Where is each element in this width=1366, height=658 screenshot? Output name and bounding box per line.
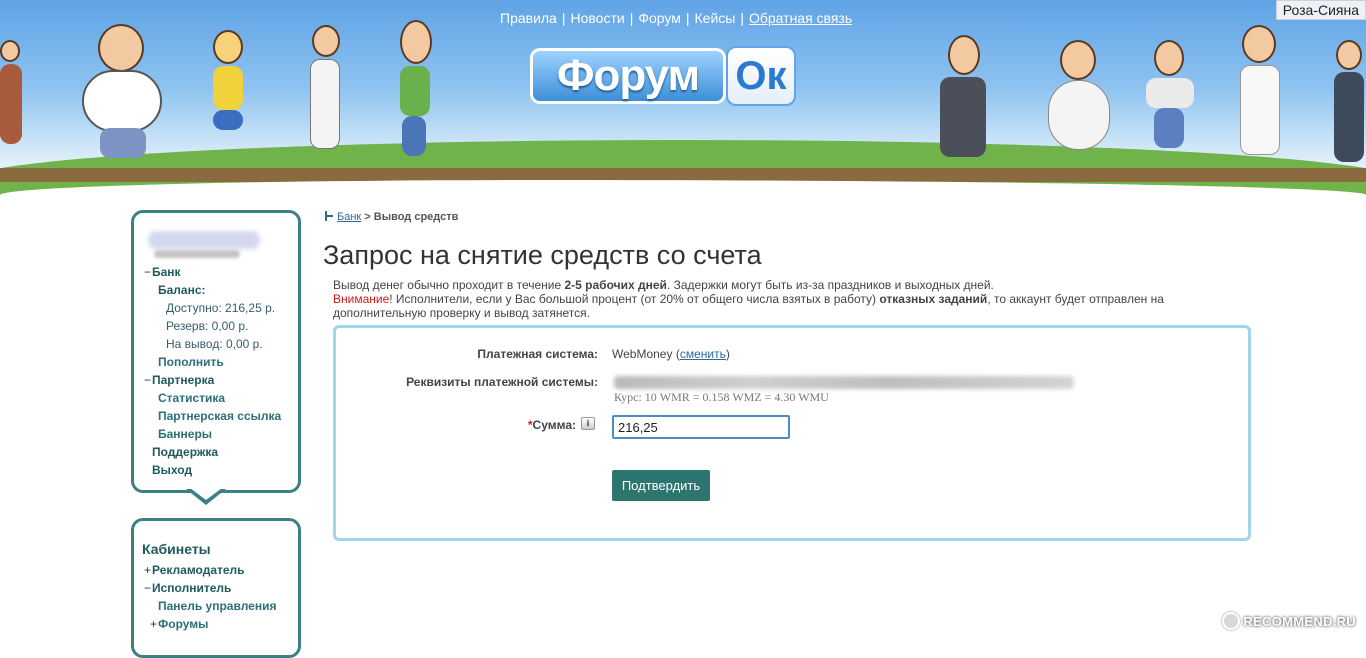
menu-item-logout[interactable]: Выход: [144, 461, 281, 479]
logo-main-text: Форум: [530, 48, 726, 104]
menu-label: Партнерка: [152, 373, 214, 387]
menu-item-forums[interactable]: +Форумы: [144, 615, 276, 633]
cartoon-character-illustration: [1330, 40, 1366, 170]
withdrawal-info: Вывод денег обычно проходит в течение 2-…: [333, 278, 1193, 320]
profile-menu: −Банк Баланс: Доступно: 216,25 р. Резерв…: [144, 263, 281, 479]
menu-item-banners[interactable]: Баннеры: [144, 425, 281, 443]
breadcrumb-separator: >: [361, 211, 374, 223]
menu-item-control-panel[interactable]: Панель управления: [144, 597, 276, 615]
tree-icon: [324, 211, 334, 221]
nav-cases-link[interactable]: Кейсы: [695, 10, 736, 26]
payment-system-name: WebMoney: [612, 347, 672, 361]
cartoon-character-illustration: [300, 25, 350, 160]
balance-label: Баланс:: [144, 281, 281, 299]
menu-item-partner-link[interactable]: Партнерская ссылка: [144, 407, 281, 425]
watermark-text: RECOMMEND.RU: [1243, 614, 1356, 629]
menu-label: Исполнитель: [152, 581, 231, 595]
profile-menu-box: −Банк Баланс: Доступно: 216,25 р. Резерв…: [131, 210, 301, 493]
menu-item-performer[interactable]: −Исполнитель: [144, 579, 276, 597]
warning-label: Внимание: [333, 292, 389, 306]
change-payment-system-link[interactable]: сменить: [680, 347, 726, 361]
info-text: Вывод денег обычно проходит в течение: [333, 278, 565, 292]
info-icon[interactable]: i: [581, 417, 595, 430]
watermark: RECOMMEND.RU: [1222, 612, 1356, 630]
nav-forum-link[interactable]: Форум: [638, 10, 681, 26]
amount-input[interactable]: [612, 415, 790, 439]
top-navigation: Правила|Новости|Форум|Кейсы|Обратная свя…: [500, 10, 880, 26]
info-text: . Задержки могут быть из-за праздников и…: [667, 278, 994, 292]
nav-feedback-link[interactable]: Обратная связь: [749, 10, 852, 26]
breadcrumb-bank-link[interactable]: Банк: [337, 211, 361, 223]
amount-label-text: Сумма:: [533, 418, 576, 432]
confirm-button[interactable]: Подтвердить: [612, 470, 710, 501]
expand-marker: +: [150, 615, 158, 633]
blurred-profile-link: [154, 250, 240, 258]
cartoon-character-illustration: [205, 30, 265, 160]
site-header: Правила|Новости|Форум|Кейсы|Обратная свя…: [0, 0, 1366, 195]
menu-label: Банк: [152, 265, 181, 279]
info-line-timing: Вывод денег обычно проходит в течение 2-…: [333, 278, 1193, 292]
collapse-marker: −: [144, 263, 152, 281]
watermark-logo-icon: [1222, 612, 1240, 630]
blurred-user-name: [148, 231, 260, 249]
menu-label: Рекламодатель: [152, 563, 245, 577]
cabinets-title: Кабинеты: [142, 541, 211, 557]
menu-item-bank[interactable]: −Банк: [144, 263, 281, 281]
menu-label: Форумы: [158, 617, 208, 631]
cartoon-character-illustration: [392, 20, 442, 160]
site-logo[interactable]: Форум Ок: [530, 46, 798, 108]
amount-label: *Сумма:: [528, 418, 576, 432]
balance-available: Доступно: 216,25 р.: [144, 299, 281, 317]
balance-withdraw: На вывод: 0,00 р.: [144, 335, 281, 353]
menu-item-support[interactable]: Поддержка: [144, 443, 281, 461]
cartoon-character-illustration: [1230, 25, 1290, 165]
blurred-requisites-value: [614, 376, 1074, 389]
expand-marker: +: [144, 561, 152, 579]
menu-item-advertiser[interactable]: +Рекламодатель: [144, 561, 276, 579]
info-text: ! Исполнители, если у Вас большой процен…: [389, 292, 879, 306]
cartoon-character-illustration: [930, 35, 1000, 160]
balance-reserve: Резерв: 0,00 р.: [144, 317, 281, 335]
cartoon-character-illustration: [1140, 40, 1200, 160]
username-badge[interactable]: Роза-Сияна: [1276, 0, 1366, 20]
info-bold-text: отказных заданий: [879, 292, 987, 306]
cabinets-box: Кабинеты +Рекламодатель −Исполнитель Пан…: [131, 518, 301, 658]
speech-bubble-tail-inner: [190, 488, 222, 500]
payment-system-label: Платежная система:: [477, 347, 598, 361]
withdrawal-form: Платежная система: WebMoney (сменить) Ре…: [333, 325, 1251, 541]
menu-item-statistics[interactable]: Статистика: [144, 389, 281, 407]
logo-accent-text: Ок: [726, 46, 796, 106]
cartoon-character-illustration: [0, 40, 30, 170]
exchange-rate: Курс: 10 WMR = 0.158 WMZ = 4.30 WMU: [614, 390, 829, 405]
nav-news-link[interactable]: Новости: [571, 10, 625, 26]
cartoon-character-illustration: [1040, 40, 1120, 160]
collapse-marker: −: [144, 371, 152, 389]
info-bold-text: 2-5 рабочих дней: [565, 278, 667, 292]
nav-rules-link[interactable]: Правила: [500, 10, 557, 26]
breadcrumb-current: Вывод средств: [374, 211, 459, 223]
page-title: Запрос на снятие средств со счета: [323, 240, 762, 271]
menu-item-partner[interactable]: −Партнерка: [144, 371, 281, 389]
menu-item-topup[interactable]: Пополнить: [144, 353, 281, 371]
breadcrumb: Банк > Вывод средств: [324, 211, 458, 223]
info-line-warning: Внимание! Исполнители, если у Вас большо…: [333, 292, 1193, 320]
payment-system-value: WebMoney (сменить): [612, 347, 730, 361]
collapse-marker: −: [144, 579, 152, 597]
cartoon-character-illustration: [80, 20, 180, 170]
requisites-label: Реквизиты платежной системы:: [406, 375, 598, 389]
cabinets-menu: +Рекламодатель −Исполнитель Панель управ…: [144, 561, 276, 633]
